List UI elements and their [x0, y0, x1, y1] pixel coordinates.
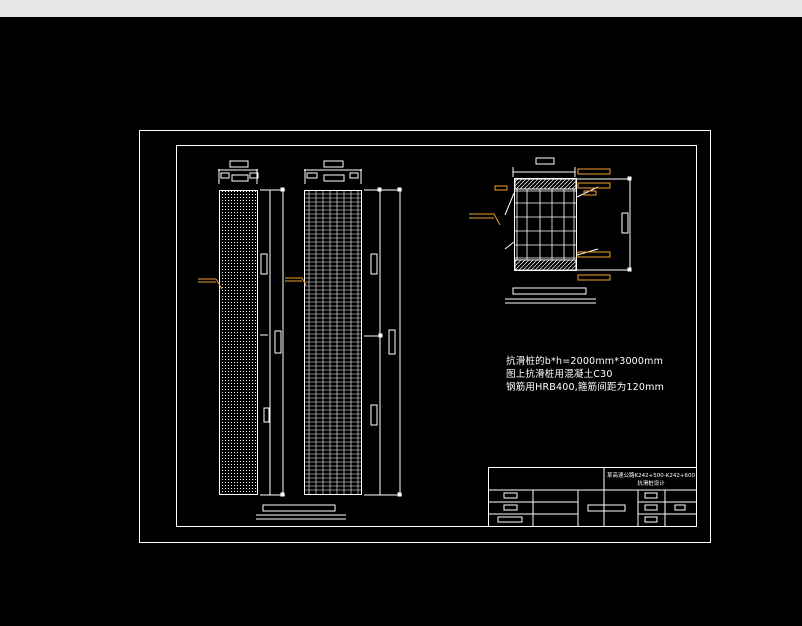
pile2-dim-box-1 [370, 253, 378, 275]
pile1-leader-annotation [198, 278, 223, 290]
title-block-drawing-name: 抗滑桩设计 [637, 481, 665, 487]
section-dim-box [621, 212, 629, 234]
pile2-tag-right [349, 172, 359, 179]
section-outline [514, 178, 577, 271]
title-block-project: 某高速公路K242+500-K242+600 [607, 473, 695, 479]
pile-elevation-1 [218, 160, 285, 497]
pile1-dim-box-2 [274, 330, 282, 354]
pile2-label-box [323, 160, 344, 168]
drawing-svg [139, 130, 711, 543]
pile-elevation-2 [304, 160, 402, 497]
note-line-3: 钢筋用HRB400,箍筋间距为120mm [506, 382, 665, 393]
pile1-tag-left [220, 172, 230, 179]
section-rebar-grid [515, 189, 576, 260]
pile1-dim-box-3 [263, 407, 270, 423]
pile2-dim-box-2 [388, 329, 396, 355]
cross-section [504, 157, 632, 304]
section-hatch-top [514, 178, 577, 190]
pile2-rebar-grid [305, 191, 361, 494]
pile1-body [219, 190, 258, 495]
pile2-body [304, 190, 362, 495]
pile2-tag-left [306, 172, 318, 179]
elevation-caption [256, 504, 346, 520]
cad-canvas[interactable]: 抗滑桩的b*h=2000mm*3000mm 图上抗滑桩用混凝土C30 钢筋用HR… [0, 17, 802, 626]
section-hatch-bottom [514, 259, 577, 271]
pile1-label-box [229, 160, 249, 168]
note-line-2: 图上抗滑桩用混凝土C30 [506, 369, 613, 380]
note-line-1: 抗滑桩的b*h=2000mm*3000mm [506, 356, 664, 367]
pile2-leader-annotation [285, 277, 307, 286]
window-title-bar [0, 0, 802, 17]
pile2-dim-box-3 [370, 404, 378, 426]
pile1-dim-box-1 [260, 253, 268, 275]
section-label-box [535, 157, 555, 165]
